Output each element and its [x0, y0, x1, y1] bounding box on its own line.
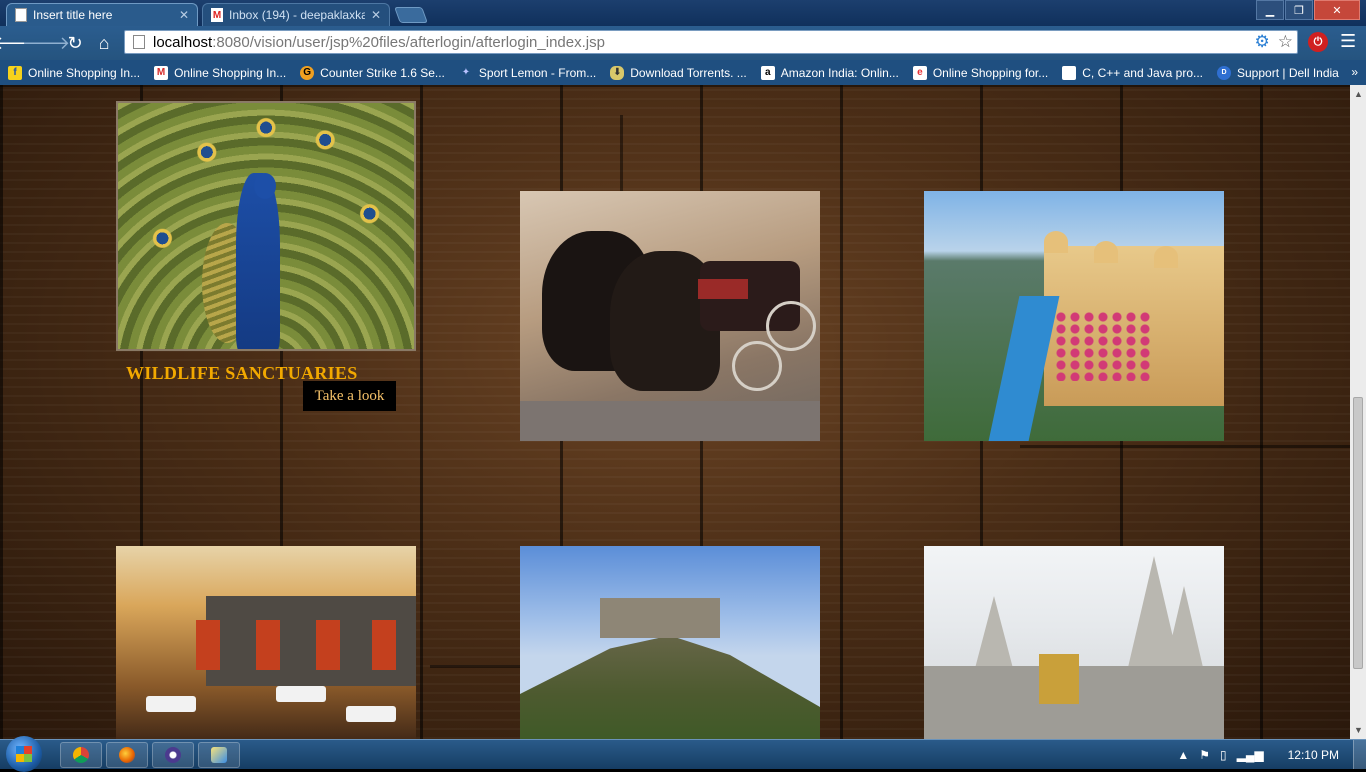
- sportlemon-icon: ✦: [461, 67, 471, 78]
- dell-icon: D: [1217, 65, 1231, 80]
- menu-icon[interactable]: ☰: [1340, 31, 1356, 52]
- bookmark-item[interactable]: D Support | Dell India: [1217, 65, 1339, 80]
- bookmark-item[interactable]: M Online Shopping In...: [154, 65, 287, 80]
- show-desktop-button[interactable]: [1353, 740, 1366, 769]
- browser-toolbar: 🡐 🡒 ↻ ⌂ localhost:8080/vision/user/jsp%2…: [0, 26, 1366, 60]
- close-tab-icon[interactable]: ✕: [179, 8, 189, 22]
- tab-title: Inbox (194) - deepaklaxkar: [229, 8, 365, 22]
- bookmark-label: Online Shopping for...: [932, 65, 1049, 80]
- torrent-icon: ⬇: [610, 65, 625, 80]
- myntra-icon: M: [154, 65, 169, 80]
- amazon-icon: a: [760, 65, 775, 80]
- tab-title: Insert title here: [33, 8, 113, 22]
- taskbar-eclipse[interactable]: [152, 742, 194, 768]
- vertical-scrollbar[interactable]: ▲ ▼: [1350, 85, 1366, 739]
- chrome-icon: [73, 747, 89, 763]
- clock[interactable]: 12:10 PM: [1288, 748, 1339, 762]
- bookmark-item[interactable]: ⬇ Download Torrents. ...: [610, 65, 747, 80]
- battery-icon[interactable]: ▯: [1220, 748, 1227, 762]
- eclipse-icon: [165, 747, 181, 763]
- scroll-thumb[interactable]: [1353, 397, 1363, 669]
- bookmark-item[interactable]: f Online Shopping In...: [8, 65, 141, 80]
- peacock-image[interactable]: [116, 101, 416, 351]
- bookmark-label: Online Shopping In...: [174, 65, 287, 80]
- page-content: WILDLIFE SANCTUARIES Take a look: [0, 85, 1350, 739]
- restaurant-image[interactable]: [116, 546, 416, 739]
- fort-image[interactable]: [520, 546, 820, 739]
- paint-icon: [211, 747, 227, 763]
- wood-plank: [0, 85, 1350, 87]
- translate-icon[interactable]: ⚙: [1255, 32, 1270, 52]
- bookmark-item[interactable]: a Amazon India: Onlin...: [760, 65, 899, 80]
- taskbar-chrome[interactable]: [60, 742, 102, 768]
- action-center-flag-icon[interactable]: ⚑: [1199, 748, 1210, 762]
- home-icon[interactable]: ⌂: [93, 32, 115, 54]
- restore-icon[interactable]: ❐: [1285, 0, 1313, 20]
- bookmark-label: Online Shopping In...: [28, 65, 141, 80]
- firefox-icon: [119, 747, 135, 763]
- close-window-icon[interactable]: ✕: [1314, 0, 1360, 20]
- bookmark-label: Counter Strike 1.6 Se...: [320, 65, 445, 80]
- forward-arrow-icon[interactable]: 🡒: [22, 32, 70, 54]
- url-host: localhost: [153, 33, 213, 51]
- ebay-icon: e: [912, 65, 927, 80]
- minimize-icon[interactable]: ▁: [1256, 0, 1284, 20]
- scroll-up-icon[interactable]: ▲: [1354, 89, 1363, 99]
- temple-image[interactable]: [924, 546, 1224, 739]
- tab-inbox[interactable]: M Inbox (194) - deepaklaxkar ✕: [202, 3, 390, 26]
- close-tab-icon[interactable]: ✕: [371, 8, 381, 22]
- page-icon: [133, 35, 145, 49]
- tab-insert-title[interactable]: Insert title here ✕: [6, 3, 198, 26]
- browser-title-bar: Insert title here ✕ M Inbox (194) - deep…: [0, 0, 1366, 26]
- window-controls: ▁ ❐ ✕: [1255, 0, 1360, 20]
- flipkart-icon: f: [8, 65, 22, 80]
- take-a-look-button[interactable]: Take a look: [303, 381, 396, 411]
- cs-icon: G: [300, 65, 315, 80]
- bookmark-item[interactable]: G Counter Strike 1.6 Se...: [300, 65, 445, 80]
- gmail-icon: M: [211, 8, 223, 22]
- bookmark-label: C, C++ and Java pro...: [1082, 65, 1203, 80]
- bookmark-label: Sport Lemon - From...: [478, 65, 597, 80]
- bookmark-item[interactable]: e Online Shopping for...: [912, 65, 1049, 80]
- new-tab-button[interactable]: [394, 7, 428, 23]
- bookmark-label: Download Torrents. ...: [630, 65, 747, 80]
- start-button[interactable]: [6, 736, 42, 772]
- address-bar[interactable]: localhost:8080/vision/user/jsp%20files/a…: [124, 30, 1298, 54]
- bookmark-item[interactable]: ✦ Sport Lemon - From...: [459, 65, 597, 80]
- page-icon: [15, 8, 27, 22]
- bookmarks-bar: f Online Shopping In... M Online Shoppin…: [0, 60, 1366, 85]
- horse-carriage-image[interactable]: [520, 191, 820, 441]
- windows-logo-icon: [16, 746, 32, 762]
- system-tray: ▲ ⚑ ▯ ▂▄▆ 12:10 PM: [1177, 740, 1366, 769]
- taskbar-paint[interactable]: [198, 742, 240, 768]
- bookmark-label: Amazon India: Onlin...: [780, 65, 899, 80]
- wood-plank: [1020, 445, 1350, 448]
- bookmark-label: Support | Dell India: [1237, 65, 1339, 80]
- bookmark-item[interactable]: C, C++ and Java pro...: [1062, 65, 1203, 80]
- lake-palace-image[interactable]: [924, 191, 1224, 441]
- extension-icon[interactable]: ⏻: [1308, 32, 1328, 52]
- star-icon[interactable]: ☆: [1278, 32, 1293, 52]
- scroll-down-icon[interactable]: ▼: [1354, 725, 1363, 735]
- network-signal-icon[interactable]: ▂▄▆: [1237, 748, 1264, 762]
- reload-icon[interactable]: ↻: [64, 32, 86, 54]
- url-path: :8080/vision/user/jsp%20files/afterlogin…: [212, 33, 605, 51]
- page-icon: [1062, 65, 1077, 80]
- show-hidden-icons-icon[interactable]: ▲: [1177, 748, 1189, 762]
- taskbar-firefox[interactable]: [106, 742, 148, 768]
- more-bookmarks-icon[interactable]: »: [1351, 65, 1358, 79]
- windows-taskbar: ▲ ⚑ ▯ ▂▄▆ 12:10 PM: [0, 736, 1366, 772]
